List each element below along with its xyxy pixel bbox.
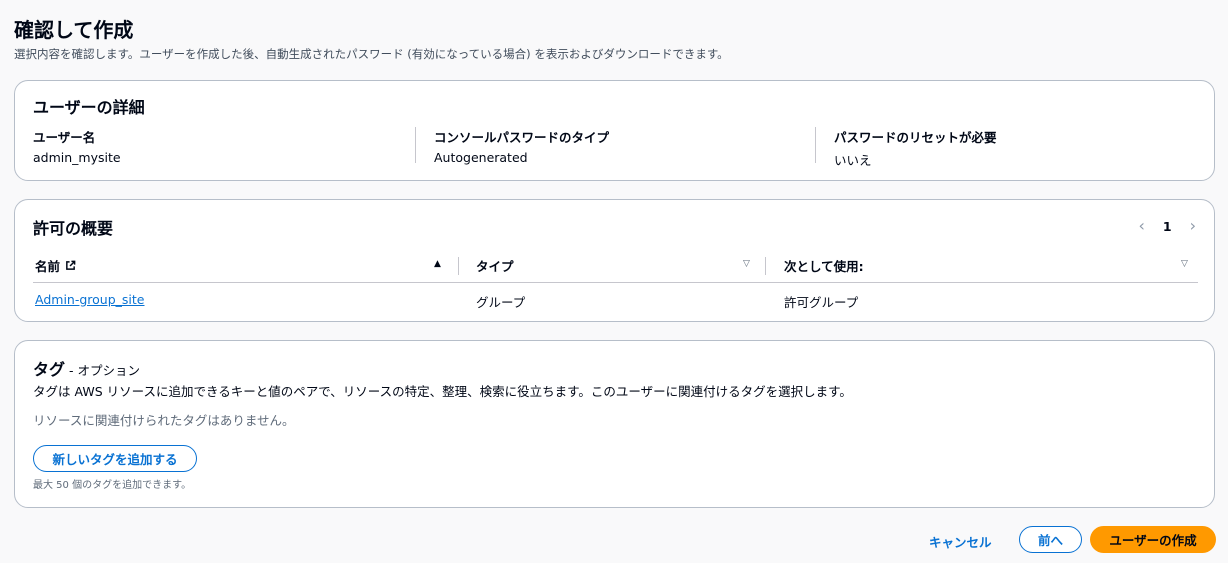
column-header-type-label: タイプ	[476, 258, 514, 274]
sort-ascending-icon[interactable]: ▲	[434, 259, 441, 269]
table-row-type: グループ	[476, 295, 526, 310]
column-header-type[interactable]: タイプ	[476, 255, 514, 275]
create-user-button[interactable]: ユーザーの作成	[1090, 526, 1216, 553]
chevron-right-icon[interactable]: ›	[1190, 218, 1196, 234]
sort-descending-icon[interactable]: ▽	[1181, 259, 1188, 269]
review-create-page: 確認して作成 選択内容を確認します。ユーザーを作成した後、自動生成されたパスワー…	[0, 0, 1228, 563]
permissions-summary-card: 許可の概要 ‹ 1 › 名前 ▲ タイプ ▽ 次として使用: ▽ Admin-g…	[14, 199, 1215, 322]
table-row-name: Admin-group_site	[35, 292, 144, 307]
username-value: admin_mysite	[33, 150, 121, 165]
user-details-title: ユーザーの詳細	[33, 98, 145, 117]
sort-descending-icon[interactable]: ▽	[743, 259, 750, 269]
console-password-type-label: コンソールパスワードのタイプ	[434, 130, 610, 145]
optional-label: - オプション	[69, 363, 140, 378]
tags-title: タグ - オプション	[33, 356, 140, 380]
console-password-type-field: コンソールパスワードのタイプ Autogenerated	[434, 127, 609, 165]
username-label: ユーザー名	[33, 130, 96, 145]
console-password-type-value: Autogenerated	[434, 150, 528, 165]
column-divider	[458, 257, 459, 275]
cancel-button[interactable]: キャンセル	[929, 532, 992, 551]
chevron-left-icon[interactable]: ‹	[1138, 218, 1144, 234]
table-header: 名前 ▲ タイプ ▽ 次として使用: ▽	[33, 255, 1198, 283]
column-header-used-as-label: 次として使用:	[784, 258, 864, 274]
user-details-card: ユーザーの詳細 ユーザー名 admin_mysite コンソールパスワードのタイ…	[14, 80, 1215, 181]
external-link-icon	[66, 260, 76, 270]
tags-title-text: タグ	[33, 360, 66, 379]
add-new-tag-button[interactable]: 新しいタグを追加する	[33, 445, 197, 472]
tags-description: タグは AWS リソースに追加できるキーと値のペアで、リソースの特定、整理、検索…	[33, 384, 852, 399]
pagination: ‹ 1 ›	[1138, 218, 1196, 234]
column-divider	[415, 127, 416, 163]
group-link[interactable]: Admin-group_site	[35, 292, 144, 307]
page-number[interactable]: 1	[1163, 219, 1172, 234]
column-header-used-as[interactable]: 次として使用:	[784, 255, 864, 275]
page-description: 選択内容を確認します。ユーザーを作成した後、自動生成されたパスワード (有効にな…	[14, 47, 729, 61]
tags-empty-message: リソースに関連付けられたタグはありません。	[33, 413, 295, 428]
page-title: 確認して作成	[14, 18, 134, 42]
column-header-name-label: 名前	[35, 258, 61, 274]
password-reset-label: パスワードのリセットが必要	[834, 130, 997, 145]
password-reset-value: いいえ	[834, 153, 872, 168]
column-divider	[815, 127, 816, 163]
column-header-name[interactable]: 名前	[35, 255, 76, 275]
tags-limit-hint: 最大 50 個のタグを追加できます。	[33, 480, 192, 491]
table-row-used-as: 許可グループ	[784, 295, 859, 310]
password-reset-field: パスワードのリセットが必要 いいえ	[834, 127, 997, 169]
previous-button[interactable]: 前へ	[1019, 526, 1082, 553]
permissions-summary-title: 許可の概要	[33, 219, 114, 238]
column-divider	[765, 257, 766, 275]
tags-card: タグ - オプション タグは AWS リソースに追加できるキーと値のペアで、リソー…	[14, 340, 1215, 508]
username-field: ユーザー名 admin_mysite	[33, 127, 121, 165]
